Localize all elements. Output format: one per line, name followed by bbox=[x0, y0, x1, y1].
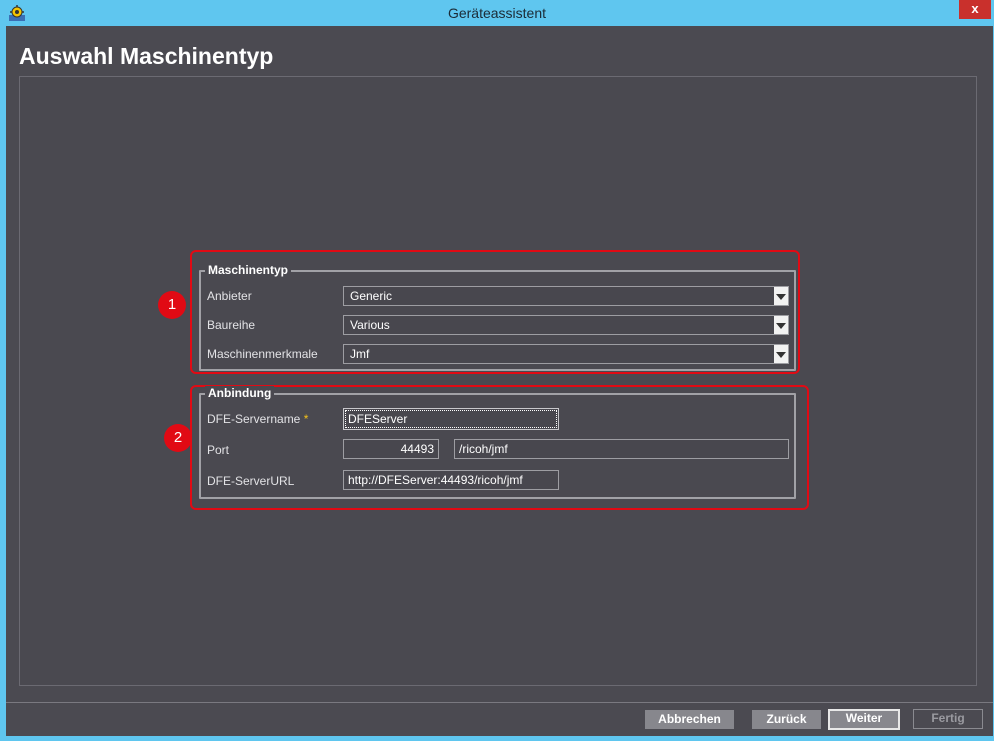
close-button[interactable]: x bbox=[959, 0, 991, 19]
servername-label-text: DFE-Servername bbox=[207, 412, 301, 426]
series-select[interactable]: Various bbox=[343, 315, 789, 335]
port-input[interactable]: 44493 bbox=[343, 439, 439, 459]
vendor-value: Generic bbox=[350, 289, 393, 303]
vendor-label: Anbieter bbox=[207, 289, 252, 303]
series-label: Baureihe bbox=[207, 318, 256, 332]
finish-button[interactable]: Fertig bbox=[913, 709, 983, 729]
back-button[interactable]: Zurück bbox=[752, 710, 821, 729]
required-marker: * bbox=[303, 412, 309, 426]
chevron-down-icon[interactable] bbox=[774, 316, 788, 334]
cancel-button[interactable]: Abbrechen bbox=[645, 710, 734, 729]
features-select[interactable]: Jmf bbox=[343, 344, 789, 364]
callout-badge-1: 1 bbox=[158, 291, 186, 319]
title-bar: Geräteassistent x bbox=[0, 0, 994, 26]
next-button[interactable]: Weiter bbox=[828, 709, 900, 730]
callout-badge-2: 2 bbox=[164, 424, 192, 452]
wizard-client-area: Auswahl Maschinentyp 1 Maschinentyp Anbi… bbox=[6, 26, 993, 736]
connection-group-title: Anbindung bbox=[205, 386, 275, 400]
machine-type-group-title: Maschinentyp bbox=[205, 263, 292, 277]
servername-label: DFE-Servername * bbox=[207, 412, 308, 426]
vendor-select[interactable]: Generic bbox=[343, 286, 789, 306]
features-label: Maschinenmerkmale bbox=[207, 347, 318, 361]
path-input[interactable]: /ricoh/jmf bbox=[454, 439, 789, 459]
url-field[interactable]: http://DFEServer:44493/ricoh/jmf bbox=[343, 470, 559, 490]
page-title: Auswahl Maschinentyp bbox=[19, 43, 274, 69]
window-title: Geräteassistent bbox=[447, 5, 547, 21]
series-value: Various bbox=[350, 318, 390, 332]
content-panel: 1 Maschinentyp Anbieter Generic Baureihe… bbox=[19, 76, 977, 686]
port-label: Port bbox=[207, 443, 230, 457]
servername-input[interactable]: DFEServer bbox=[343, 408, 559, 430]
chevron-down-icon[interactable] bbox=[774, 287, 788, 305]
features-value: Jmf bbox=[350, 347, 370, 361]
chevron-down-icon[interactable] bbox=[774, 345, 788, 363]
footer-divider bbox=[6, 702, 993, 703]
url-label: DFE-ServerURL bbox=[207, 474, 295, 488]
